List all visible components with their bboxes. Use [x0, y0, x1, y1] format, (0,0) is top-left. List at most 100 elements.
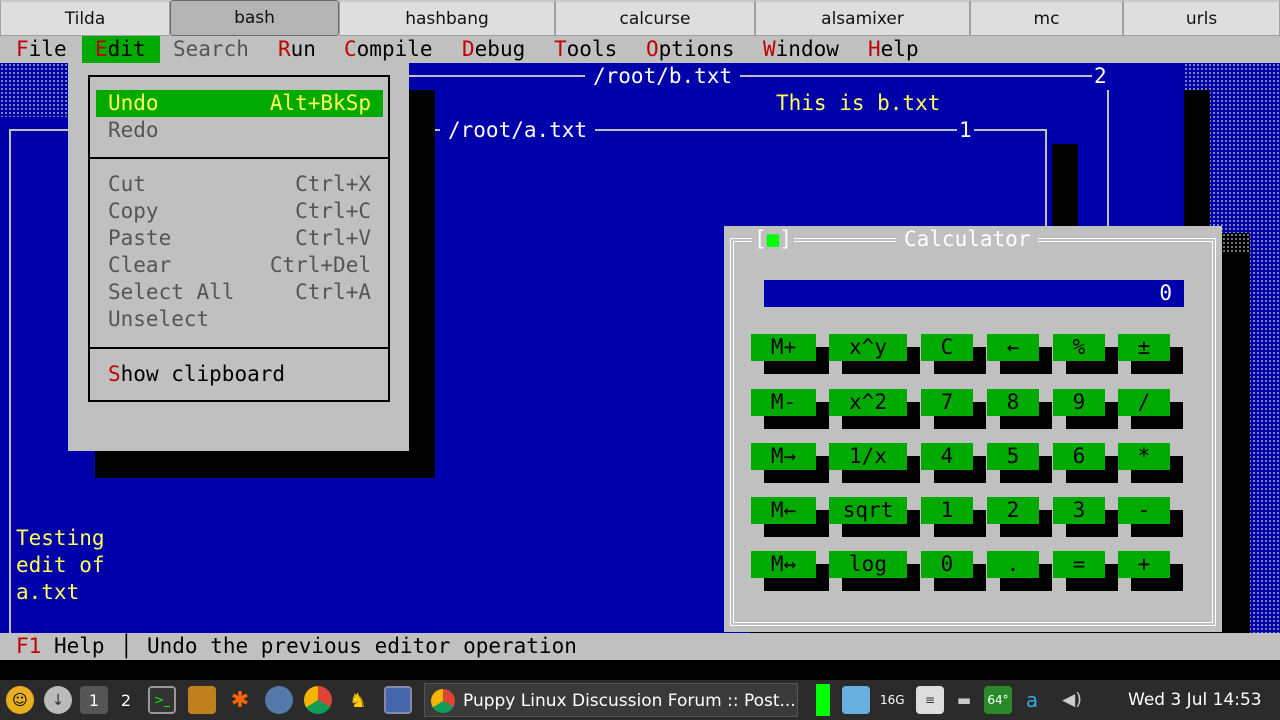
menu-item-unselect[interactable]: Unselect — [96, 306, 383, 333]
calculator-icon[interactable] — [384, 686, 412, 714]
download-icon[interactable]: ↓ — [44, 686, 72, 714]
calc-button-shadow — [907, 456, 920, 470]
task-button-browser[interactable]: Puppy Linux Discussion Forum :: Post... — [424, 683, 798, 717]
calc-button-digit-7[interactable]: 7 — [921, 389, 973, 416]
tab-urls[interactable]: urls — [1123, 0, 1280, 36]
calc-button-shadow — [842, 361, 920, 374]
menu-edit[interactable]: Edit — [82, 36, 160, 63]
drive-icon[interactable]: ▬ — [950, 686, 978, 714]
calc-button-decimal[interactable]: . — [987, 551, 1039, 578]
calc-button-shadow — [973, 564, 986, 578]
calc-button-reciprocal[interactable]: 1/x — [829, 443, 907, 470]
calc-button-clear[interactable]: C — [921, 334, 973, 361]
calc-button-digit-0[interactable]: 0 — [921, 551, 973, 578]
calc-button-percent[interactable]: % — [1053, 334, 1105, 361]
calc-button-m-left[interactable]: M← — [751, 497, 816, 524]
workspace-2[interactable]: 2 — [112, 686, 140, 714]
notes-icon[interactable] — [188, 686, 216, 714]
tab-tilda[interactable]: Tilda — [0, 0, 170, 36]
calc-button-shadow — [816, 402, 829, 416]
calc-button-shadow — [816, 456, 829, 470]
window-a-title: /root/a.txt — [440, 117, 596, 144]
menu-item-select-all[interactable]: Select All Ctrl+A — [96, 279, 383, 306]
menu-item-cut[interactable]: Cut Ctrl+X — [96, 171, 383, 198]
tab-calcurse[interactable]: calcurse — [555, 0, 755, 36]
calculator-dialog[interactable]: [■] Calculator 0 M+ x^y C ←% ± M-x^2 7 8 9 / M→ 1/x… — [724, 226, 1222, 632]
tab-alsamixer[interactable]: alsamixer — [755, 0, 970, 36]
menu-item-paste[interactable]: Paste Ctrl+V — [96, 225, 383, 252]
calc-button-shadow — [1105, 402, 1118, 416]
calc-button-digit-6[interactable]: 6 — [1053, 443, 1105, 470]
calc-button-plus[interactable]: + — [1118, 551, 1170, 578]
calc-button-log[interactable]: log — [829, 551, 907, 578]
calc-button-m-right[interactable]: M→ — [751, 443, 816, 470]
calc-button-shadow — [1170, 510, 1183, 524]
calc-button-digit-3[interactable]: 3 — [1053, 497, 1105, 524]
menu-run[interactable]: Run — [278, 36, 316, 63]
calc-button-digit-2[interactable]: 2 — [987, 497, 1039, 524]
pinwheel-icon[interactable]: ✱ — [226, 686, 254, 714]
calc-button-equals[interactable]: = — [1053, 551, 1105, 578]
tab-mc[interactable]: mc — [970, 0, 1123, 36]
menu-debug[interactable]: Debug — [462, 36, 525, 63]
calc-button-shadow — [1131, 524, 1183, 537]
calc-button-digit-4[interactable]: 4 — [921, 443, 973, 470]
status-help-key[interactable]: F1 Help — [16, 633, 105, 660]
menu-compile[interactable]: Compile — [344, 36, 433, 63]
workspace-1[interactable]: 1 — [80, 686, 108, 714]
calc-button-x-squared[interactable]: x^2 — [829, 389, 907, 416]
calc-button-plus-minus[interactable]: ± — [1118, 334, 1170, 361]
calc-button-shadow — [1170, 402, 1183, 416]
calc-button-shadow — [1066, 524, 1118, 537]
calculator-title: Calculator — [896, 226, 1039, 253]
calc-button-digit-5[interactable]: 5 — [987, 443, 1039, 470]
calc-button-shadow — [1170, 347, 1183, 361]
window-b-title: /root/b.txt — [585, 63, 741, 90]
calc-button-m-plus[interactable]: M+ — [751, 334, 816, 361]
calculator-close-button[interactable]: [■] — [752, 226, 794, 253]
menu-item-clear[interactable]: Clear Ctrl+Del — [96, 252, 383, 279]
clipboard-icon[interactable]: ≡ — [916, 686, 944, 714]
puppy-icon[interactable]: ♞ — [344, 686, 372, 714]
menu-item-copy[interactable]: Copy Ctrl+C — [96, 198, 383, 225]
menu-search[interactable]: Search — [173, 36, 249, 63]
calc-button-m-swap[interactable]: M↔ — [751, 551, 816, 578]
calc-button-m-minus[interactable]: M- — [751, 389, 816, 416]
calc-button-shadow — [1131, 578, 1183, 591]
calc-button-sqrt[interactable]: sqrt — [829, 497, 907, 524]
keyboard-layout-indicator[interactable]: a — [1018, 686, 1046, 714]
calc-button-shadow — [1039, 347, 1052, 361]
menu-tools[interactable]: Tools — [554, 36, 617, 63]
clock[interactable]: Wed 3 Jul 14:53 — [1128, 690, 1262, 710]
menu-options[interactable]: Options — [646, 36, 735, 63]
menu-item-redo[interactable]: Redo — [96, 117, 383, 144]
menu-help[interactable]: Help — [868, 36, 919, 63]
calc-button-backspace[interactable]: ← — [987, 334, 1039, 361]
calc-button-shadow — [1066, 470, 1118, 483]
calc-button-shadow — [973, 456, 986, 470]
menu-item-show-clipboard[interactable]: Show clipboard — [96, 361, 383, 388]
chrome-icon[interactable] — [304, 686, 332, 714]
menu-file[interactable]: File — [16, 36, 67, 63]
calc-button-shadow — [934, 361, 986, 374]
calc-button-digit-1[interactable]: 1 — [921, 497, 973, 524]
calc-button-multiply[interactable]: * — [1118, 443, 1170, 470]
calculator-display: 0 — [764, 280, 1184, 307]
volume-icon[interactable]: ◀) — [1058, 686, 1086, 714]
calc-button-minus[interactable]: - — [1118, 497, 1170, 524]
network-icon[interactable] — [265, 686, 293, 714]
calc-button-digit-9[interactable]: 9 — [1053, 389, 1105, 416]
calc-button-shadow — [934, 524, 986, 537]
menu-item-undo[interactable]: Undo Alt+BkSp — [96, 90, 383, 117]
menu-window[interactable]: Window — [763, 36, 839, 63]
tab-bash[interactable]: bash — [170, 0, 339, 36]
terminal-icon[interactable]: >_ — [148, 686, 176, 714]
task-button-label: Puppy Linux Discussion Forum :: Post... — [463, 691, 796, 711]
calc-button-divide[interactable]: / — [1118, 389, 1170, 416]
calc-button-digit-8[interactable]: 8 — [987, 389, 1039, 416]
network-monitor-icon[interactable] — [842, 686, 870, 714]
calc-button-x-pow-y[interactable]: x^y — [829, 334, 907, 361]
tab-hashbang[interactable]: hashbang — [339, 0, 555, 36]
puppy-menu-icon[interactable]: ☺ — [6, 686, 34, 714]
window-b-number: 2 — [1092, 63, 1109, 90]
